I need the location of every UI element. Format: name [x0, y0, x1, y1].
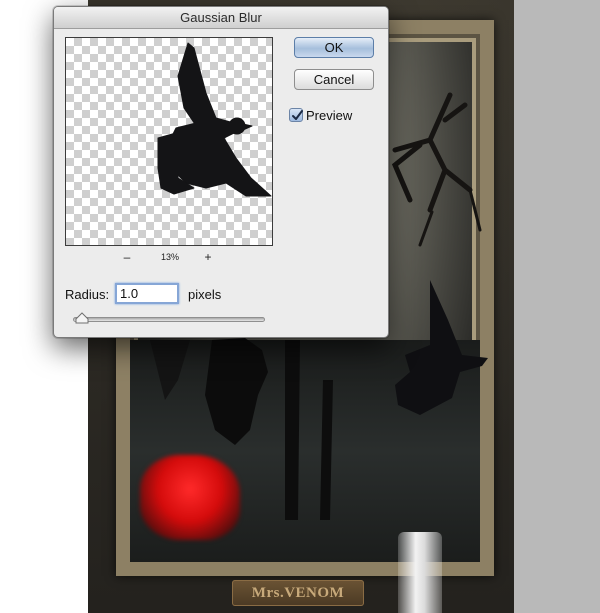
- zoom-level: 13%: [160, 252, 179, 262]
- zoom-controls: – 13% +: [65, 250, 273, 266]
- radius-unit: pixels: [188, 287, 222, 302]
- checkmark-icon: [292, 110, 303, 120]
- preview-label: Preview: [306, 108, 353, 123]
- crow-icon: [157, 42, 272, 197]
- ok-button[interactable]: OK: [294, 37, 374, 58]
- radius-slider-track[interactable]: [73, 317, 265, 322]
- gaussian-blur-dialog: Gaussian Blur – 13% + OK Cancel Preview …: [53, 6, 389, 338]
- red-rose: [140, 455, 240, 540]
- dialog-titlebar[interactable]: Gaussian Blur: [54, 7, 388, 29]
- dialog-title: Gaussian Blur: [180, 10, 262, 25]
- nameplate: Mrs.VENOM: [232, 580, 364, 606]
- blur-preview[interactable]: [65, 37, 273, 246]
- water-splash: [398, 532, 442, 613]
- cancel-button[interactable]: Cancel: [294, 69, 374, 90]
- preview-checkbox[interactable]: [289, 108, 303, 122]
- radius-input[interactable]: [115, 283, 179, 304]
- radius-label: Radius:: [65, 287, 110, 302]
- zoom-in-button[interactable]: +: [201, 250, 215, 264]
- zoom-out-button[interactable]: –: [120, 250, 134, 264]
- crow-icon: [395, 280, 488, 415]
- slider-thumb-icon: [75, 312, 89, 324]
- nameplate-text: Mrs.VENOM: [251, 585, 345, 601]
